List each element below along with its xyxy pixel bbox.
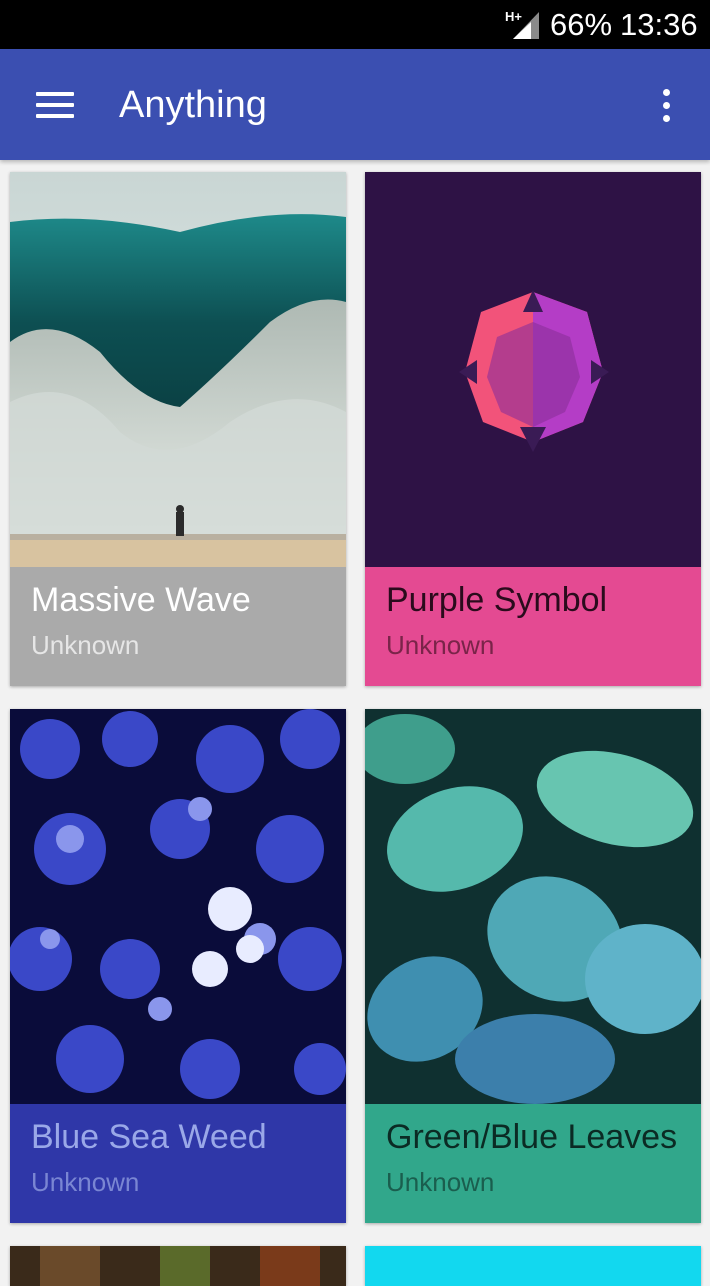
card-caption: Massive Wave Unknown xyxy=(10,567,346,686)
wallpaper-image-partial xyxy=(365,1246,701,1286)
card-caption: Green/Blue Leaves Unknown xyxy=(365,1104,701,1223)
wallpaper-author: Unknown xyxy=(386,630,495,660)
wallpaper-card[interactable]: Blue Sea Weed Unknown xyxy=(10,709,346,1223)
menu-icon[interactable] xyxy=(30,85,80,125)
wallpaper-title: Blue Sea Weed xyxy=(31,1118,267,1156)
card-caption: Purple Symbol Unknown xyxy=(365,567,701,686)
app-bar: Anything xyxy=(0,49,710,160)
wallpaper-image-partial xyxy=(10,1246,346,1286)
wallpaper-title: Massive Wave xyxy=(31,581,251,619)
signal-icon: H+ xyxy=(505,9,539,39)
wallpaper-card[interactable]: Massive Wave Unknown xyxy=(10,172,346,686)
status-bar: H+ 66% 13:36 xyxy=(0,0,710,49)
page-title: Anything xyxy=(119,84,267,126)
wallpaper-image-blue-sea-weed xyxy=(10,709,346,1104)
more-vert-icon[interactable] xyxy=(646,83,686,127)
wallpaper-title: Purple Symbol xyxy=(386,581,608,619)
wallpaper-image-massive-wave xyxy=(10,172,346,567)
wallpaper-author: Unknown xyxy=(386,1167,495,1197)
wallpaper-image-purple-symbol xyxy=(365,172,701,567)
wallpaper-card[interactable]: Purple Symbol Unknown xyxy=(365,172,701,686)
wallpaper-image-green-blue-leaves xyxy=(365,709,701,1104)
wallpaper-author: Unknown xyxy=(31,1167,140,1197)
svg-text:H+: H+ xyxy=(505,9,522,24)
wallpaper-card[interactable] xyxy=(365,1246,701,1286)
wallpaper-title: Green/Blue Leaves xyxy=(386,1118,678,1156)
battery-level: 66% xyxy=(550,7,613,42)
wallpaper-card[interactable] xyxy=(10,1246,346,1286)
clock: 13:36 xyxy=(620,7,698,42)
wallpaper-card[interactable]: Green/Blue Leaves Unknown xyxy=(365,709,701,1223)
card-caption: Blue Sea Weed Unknown xyxy=(10,1104,346,1223)
wallpaper-author: Unknown xyxy=(31,630,140,660)
